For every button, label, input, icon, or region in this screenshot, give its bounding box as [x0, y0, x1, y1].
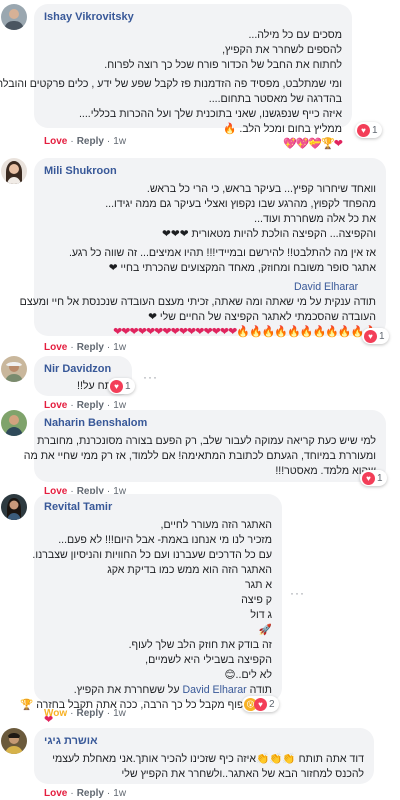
ellipsis-icon[interactable]: ···	[290, 586, 305, 600]
comment-bubble: Naharin Benshalom למי שיש כעת קריאה עמוק…	[23, 410, 386, 482]
comment-actions: Wow · Reply · 1w	[44, 708, 126, 719]
comment-text: וואחד שיחרור קפיץ... בעיקר בראש, כי הרי …	[19, 183, 377, 338]
reply-button[interactable]: Reply	[77, 342, 104, 353]
reaction-count[interactable]: 😮 ♥ 2	[242, 696, 279, 712]
avatar[interactable]	[1, 356, 27, 382]
wow-button[interactable]: Wow	[44, 708, 67, 719]
comment-text: האתגר הזה מעורר לחיים, מזכיר לנו מי אנחנ…	[20, 519, 272, 726]
comment-text: למי שיש כעת קריאה עמוקה לעבור שלב, רק הפ…	[23, 435, 376, 477]
author-name[interactable]: אושרת גיגי	[44, 734, 364, 748]
avatar[interactable]	[1, 4, 27, 30]
timestamp[interactable]: 1w	[113, 342, 126, 353]
love-reaction-icon: ♥	[357, 124, 370, 137]
reaction-count[interactable]: ♥ 1	[360, 470, 387, 486]
comment-text: מסכים עם כל מילה... להספים לשחרר את הקפי…	[0, 29, 343, 150]
reaction-count[interactable]: ♥ 1	[108, 378, 135, 394]
avatar[interactable]	[1, 158, 27, 184]
author-name[interactable]: Mili Shukroon	[44, 164, 376, 178]
comment-actions: Love · Reply · 1w	[44, 342, 127, 353]
reaction-count[interactable]: ♥ 1	[362, 328, 389, 344]
love-button[interactable]: Love	[44, 136, 67, 147]
author-name[interactable]: Nir Davidzon	[44, 362, 122, 376]
author-name[interactable]: Naharin Benshalom	[44, 416, 376, 430]
reply-button[interactable]: Reply	[77, 788, 104, 799]
author-name[interactable]: Ishay Vikrovitsky	[44, 10, 342, 24]
timestamp[interactable]: 1w	[113, 708, 126, 719]
comment-bubble: Mili Shukroon וואחד שיחרור קפיץ... בעיקר…	[20, 158, 386, 338]
timestamp[interactable]: 1w	[113, 136, 126, 147]
mention-link[interactable]: David Elharar	[183, 684, 247, 696]
love-reaction-icon: ♥	[110, 380, 123, 393]
love-reaction-icon: ♥	[254, 698, 267, 711]
avatar[interactable]	[1, 494, 27, 520]
love-button[interactable]: Love	[44, 788, 67, 799]
comment-actions: Love · Reply · 1w	[44, 136, 127, 147]
love-reaction-icon: ♥	[362, 472, 375, 485]
reply-button[interactable]: Reply	[77, 708, 104, 719]
love-button[interactable]: Love	[44, 342, 67, 353]
love-reaction-icon: ♥	[364, 330, 377, 343]
ellipsis-icon[interactable]: ···	[143, 370, 158, 384]
comment-actions: Love · Reply · 1w	[44, 788, 127, 799]
comment-bubble: אושרת גיגי דוד אתה תותח 👏👏👏איזה כיף שזכי…	[34, 728, 374, 784]
mention-link[interactable]: David Elharar	[294, 281, 358, 293]
avatar[interactable]	[1, 410, 27, 436]
emoji-line: 🔥🔥🔥🔥🔥🔥🔥🔥🔥🔥🔥❤❤❤❤❤❤❤❤❤❤❤❤❤❤❤	[113, 326, 377, 338]
reply-button[interactable]: Reply	[77, 136, 104, 147]
author-name[interactable]: Revital Tamir	[44, 500, 272, 514]
comment-text: דוד אתה תותח 👏👏👏איזה כיף שזכינו להכיר או…	[52, 753, 364, 780]
comment-bubble: Ishay Vikrovitsky מסכים עם כל מילה... לה…	[0, 4, 352, 150]
avatar[interactable]	[1, 728, 27, 754]
reaction-count[interactable]: ♥ 1	[355, 122, 382, 138]
timestamp[interactable]: 1w	[113, 788, 126, 799]
comment-bubble: Revital Tamir האתגר הזה מעורר לחיים, מזכ…	[20, 494, 282, 726]
